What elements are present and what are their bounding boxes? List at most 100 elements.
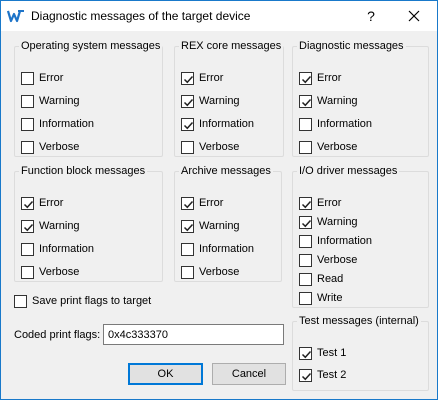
archive-verbose-checkbox[interactable]: Verbose (181, 264, 239, 280)
checkbox-label: Information (39, 243, 95, 255)
checkbox-label: Verbose (317, 141, 358, 153)
title-bar: Diagnostic messages of the target device… (1, 1, 437, 31)
rex-core-information-checkbox[interactable]: Information (181, 116, 254, 132)
checkbox-label: Verbose (199, 266, 240, 278)
os-information-checkbox[interactable]: Information (21, 116, 94, 132)
checkbox-label: Warning (199, 220, 240, 232)
rex-core-error-checkbox[interactable]: Error (181, 70, 223, 86)
diagnostic-information-checkbox[interactable]: Information (299, 116, 372, 132)
checkbox-label: Warning (199, 95, 240, 107)
io-driver-read-checkbox[interactable]: Read (299, 271, 343, 287)
close-button[interactable] (399, 5, 429, 27)
checkbox-box[interactable] (299, 368, 312, 382)
checkbox-box[interactable] (299, 196, 312, 210)
checkbox-box[interactable] (181, 219, 194, 233)
os-error-checkbox[interactable]: Error (21, 70, 63, 86)
group-title: Archive messages (181, 165, 271, 177)
checkbox-label: Warning (317, 95, 358, 107)
checkbox-box[interactable] (21, 242, 34, 256)
checkbox-box[interactable] (21, 265, 34, 279)
checkbox-label: Information (317, 118, 373, 130)
checkbox-label: Information (39, 118, 95, 130)
checkbox-label: Warning (317, 216, 358, 228)
archive-information-checkbox[interactable]: Information (181, 241, 254, 257)
io-driver-verbose-checkbox[interactable]: Verbose (299, 252, 357, 268)
checkbox-box[interactable] (299, 234, 312, 248)
rex-core-warning-checkbox[interactable]: Warning (181, 93, 240, 109)
function-block-warning-checkbox[interactable]: Warning (21, 218, 80, 234)
checkbox-label: Warning (39, 95, 80, 107)
function-block-verbose-checkbox[interactable]: Verbose (21, 264, 79, 280)
checkbox-box[interactable] (299, 71, 312, 85)
help-button[interactable]: ? (359, 5, 383, 27)
io-driver-warning-checkbox[interactable]: Warning (299, 214, 358, 230)
checkbox-label: Information (317, 235, 373, 247)
checkbox-label: Warning (39, 220, 80, 232)
checkbox-box[interactable] (181, 94, 194, 108)
function-block-information-checkbox[interactable]: Information (21, 241, 94, 257)
checkbox-box[interactable] (181, 71, 194, 85)
io-driver-error-checkbox[interactable]: Error (299, 195, 341, 211)
checkbox-label: Error (317, 72, 342, 84)
checkbox-box[interactable] (21, 117, 34, 131)
checkbox-label: Read (317, 273, 344, 285)
cancel-button[interactable]: Cancel (212, 363, 286, 385)
checkbox-box[interactable] (181, 117, 194, 131)
test-test-1-checkbox[interactable]: Test 1 (299, 345, 346, 361)
checkbox-label: Error (199, 72, 224, 84)
group-io-driver: I/O driver messages Error Warning Informati… (292, 165, 429, 308)
os-warning-checkbox[interactable]: Warning (21, 93, 80, 109)
checkbox-label: Verbose (39, 141, 80, 153)
checkbox-label: Error (39, 197, 64, 209)
checkbox-label: Error (39, 72, 64, 84)
os-verbose-checkbox[interactable]: Verbose (21, 139, 79, 155)
diagnostic-error-checkbox[interactable]: Error (299, 70, 341, 86)
group-diagnostic: Diagnostic messages Error Warning Informati… (292, 40, 429, 157)
checkbox-box[interactable] (181, 140, 194, 154)
checkbox-box[interactable] (299, 291, 312, 305)
rex-core-verbose-checkbox[interactable]: Verbose (181, 139, 239, 155)
checkbox-label: Error (317, 197, 342, 209)
ok-button[interactable]: OK (128, 363, 203, 385)
checkbox-label: Information (199, 243, 255, 255)
checkbox-box[interactable] (21, 71, 34, 85)
checkbox-box[interactable] (299, 94, 312, 108)
function-block-error-checkbox[interactable]: Error (21, 195, 63, 211)
diagnostic-warning-checkbox[interactable]: Warning (299, 93, 358, 109)
checkbox-box[interactable] (14, 294, 27, 308)
group-title: Diagnostic messages (299, 40, 404, 52)
checkbox-label: Test 1 (317, 347, 347, 359)
group-title: Operating system messages (21, 40, 161, 52)
archive-error-checkbox[interactable]: Error (181, 195, 223, 211)
group-os: Operating system messages Error Warning Inf… (14, 40, 164, 157)
checkbox-label: Verbose (317, 254, 358, 266)
checkbox-box[interactable] (299, 117, 312, 131)
checkbox-box[interactable] (181, 265, 194, 279)
checkbox-box[interactable] (181, 242, 194, 256)
group-title: Function block messages (21, 165, 146, 177)
io-driver-information-checkbox[interactable]: Information (299, 233, 372, 249)
diagnostic-verbose-checkbox[interactable]: Verbose (299, 139, 357, 155)
coded-print-flags-label: Coded print flags: (14, 329, 101, 341)
checkbox-box[interactable] (21, 94, 34, 108)
checkbox-box[interactable] (21, 140, 34, 154)
save-print-flags-label: Save print flags to target (32, 295, 152, 307)
window-title: Diagnostic messages of the target device (31, 9, 251, 23)
checkbox-box[interactable] (181, 196, 194, 210)
io-driver-write-checkbox[interactable]: Write (299, 290, 342, 306)
checkbox-box[interactable] (21, 196, 34, 210)
checkbox-box[interactable] (299, 272, 312, 286)
checkbox-box[interactable] (299, 215, 312, 229)
coded-print-flags-input[interactable] (103, 324, 284, 345)
checkbox-box[interactable] (299, 253, 312, 267)
checkbox-label: Verbose (39, 266, 80, 278)
checkbox-box[interactable] (21, 219, 34, 233)
checkbox-label: Error (199, 197, 224, 209)
group-title: Test messages (internal) (299, 315, 419, 327)
checkbox-box[interactable] (299, 346, 312, 360)
checkbox-box[interactable] (299, 140, 312, 154)
archive-warning-checkbox[interactable]: Warning (181, 218, 240, 234)
save-print-flags-checkbox[interactable]: Save print flags to target (14, 293, 151, 309)
test-test-2-checkbox[interactable]: Test 2 (299, 367, 346, 383)
group-archive: Archive messages Error Warning Information V… (174, 165, 282, 282)
